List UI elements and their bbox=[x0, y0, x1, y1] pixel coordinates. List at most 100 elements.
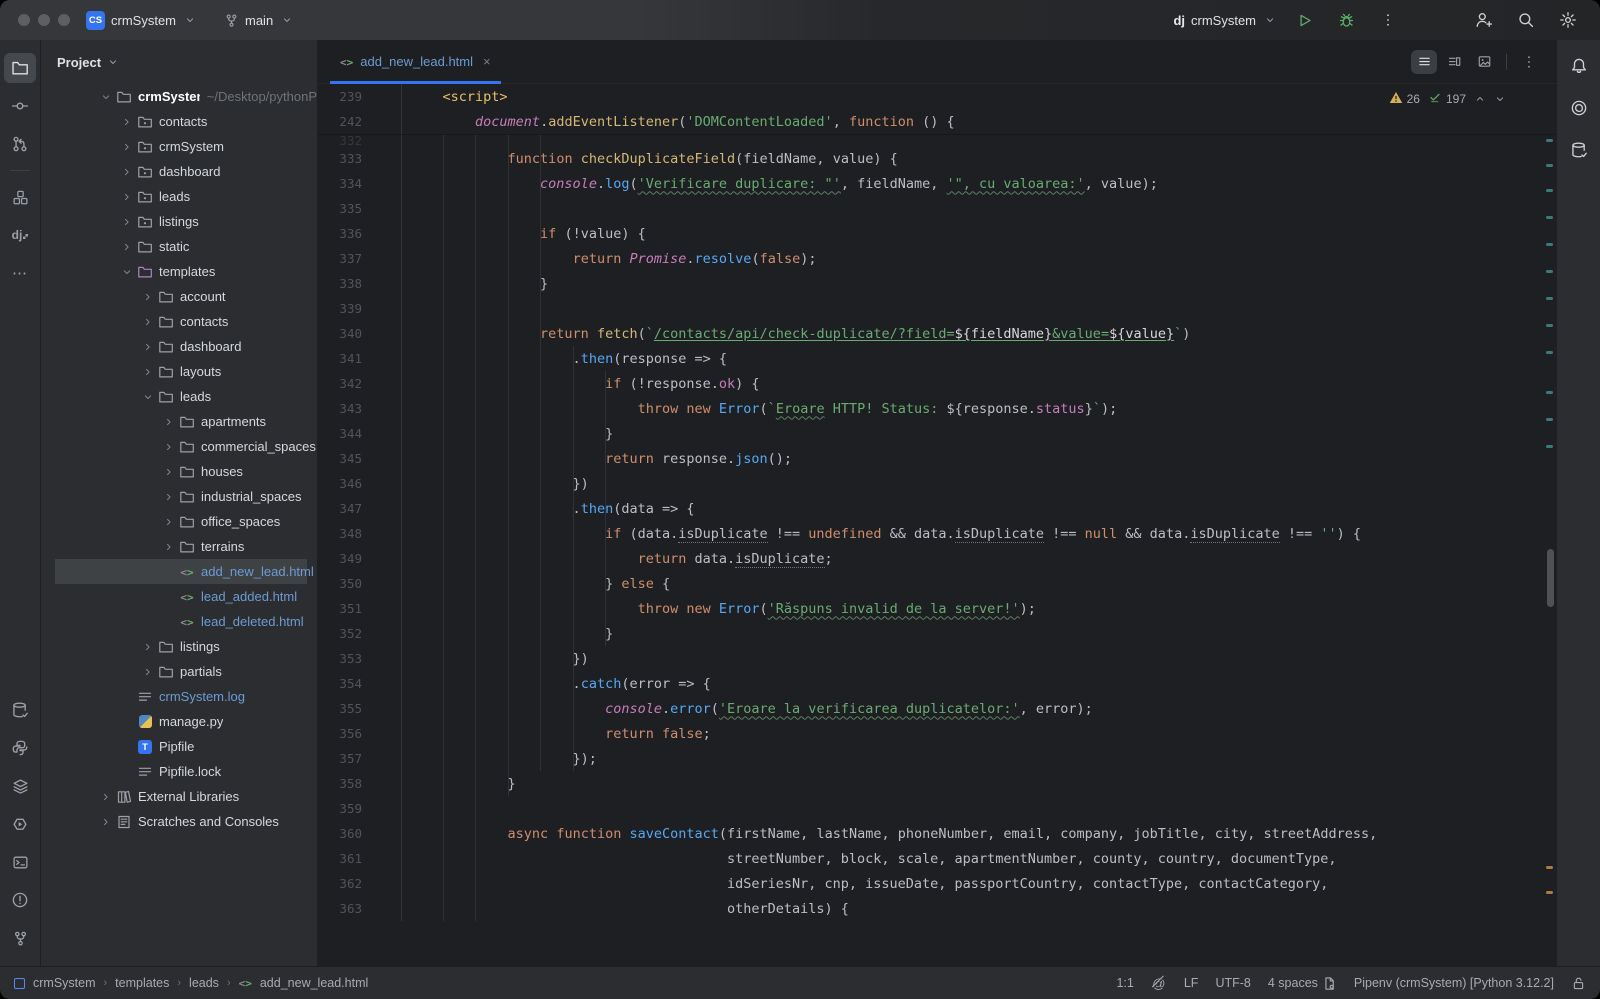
tool-django-structure-icon[interactable]: dj bbox=[4, 220, 36, 250]
tool-problems-icon[interactable] bbox=[4, 885, 36, 915]
code-line-361[interactable]: 361 streetNumber, block, scale, apartmen… bbox=[318, 846, 1556, 871]
chevron-right-icon[interactable] bbox=[118, 241, 136, 253]
tool-ai-assistant-icon[interactable] bbox=[1565, 94, 1593, 122]
ai-assistant-disabled-icon[interactable]: @ bbox=[1151, 975, 1167, 991]
chevron-right-icon[interactable] bbox=[160, 416, 178, 428]
tree-item-add-new-lead-html[interactable]: <>add_new_lead.html bbox=[41, 559, 317, 584]
code-line-354[interactable]: 354 .catch(error => { bbox=[318, 671, 1556, 696]
code-line-358[interactable]: 358 } bbox=[318, 771, 1556, 796]
tree-item-leads[interactable]: leads bbox=[41, 184, 317, 209]
stripe-mark[interactable] bbox=[1546, 351, 1553, 354]
more-button[interactable] bbox=[1516, 50, 1542, 74]
chevron-down-icon[interactable] bbox=[118, 266, 136, 278]
stripe-mark[interactable] bbox=[1546, 445, 1553, 448]
tool-commit-icon[interactable] bbox=[4, 91, 36, 121]
tree-item-lead-deleted-html[interactable]: <>lead_deleted.html bbox=[41, 609, 317, 634]
split-view-button[interactable] bbox=[1441, 50, 1467, 74]
tree-item-scratches-and-consoles[interactable]: Scratches and Consoles bbox=[41, 809, 317, 834]
code-line-346[interactable]: 346 }) bbox=[318, 471, 1556, 496]
code-line-362[interactable]: 362 idSeriesNr, cnp, issueDate, passport… bbox=[318, 871, 1556, 896]
code-editor[interactable]: 26 197 239 <script>242 document.addEvent… bbox=[318, 84, 1556, 966]
stripe-mark[interactable] bbox=[1546, 243, 1553, 246]
editor-view-button[interactable] bbox=[1411, 50, 1437, 74]
debug-button[interactable] bbox=[1332, 6, 1360, 34]
tool-notifications-icon[interactable] bbox=[1565, 52, 1593, 80]
tool-python-packages-icon[interactable] bbox=[4, 733, 36, 763]
tool-structure-icon[interactable] bbox=[4, 182, 36, 212]
stripe-warning-mark[interactable] bbox=[1546, 866, 1553, 869]
tool-pull-requests-icon[interactable] bbox=[4, 129, 36, 159]
project-widget[interactable]: CS crmSystem bbox=[86, 11, 196, 30]
code-line-351[interactable]: 351 throw new Error('Răspuns invalid de … bbox=[318, 596, 1556, 621]
code-line-345[interactable]: 345 return response.json(); bbox=[318, 446, 1556, 471]
code-line-348[interactable]: 348 if (data.isDuplicate !== undefined &… bbox=[318, 521, 1556, 546]
code-line-239[interactable]: 239 <script> bbox=[318, 84, 1556, 109]
window-controls[interactable] bbox=[0, 14, 86, 26]
file-encoding[interactable]: UTF-8 bbox=[1215, 976, 1250, 990]
code-line-356[interactable]: 356 return false; bbox=[318, 721, 1556, 746]
code-line-342[interactable]: 342 if (!response.ok) { bbox=[318, 371, 1556, 396]
warnings-indicator[interactable]: 26 bbox=[1389, 91, 1420, 107]
tab-add-new-lead[interactable]: <> add_new_lead.html × bbox=[330, 40, 501, 83]
next-problem-button[interactable] bbox=[1494, 93, 1506, 105]
tree-item-houses[interactable]: houses bbox=[41, 459, 317, 484]
code-line-336[interactable]: 336 if (!value) { bbox=[318, 221, 1556, 246]
stripe-warning-mark[interactable] bbox=[1546, 891, 1553, 894]
tool-run-icon[interactable] bbox=[4, 809, 36, 839]
tree-item-leads[interactable]: leads bbox=[41, 384, 317, 409]
prev-problem-button[interactable] bbox=[1474, 93, 1486, 105]
code-line-355[interactable]: 355 console.error('Eroare la verificarea… bbox=[318, 696, 1556, 721]
code-line-347[interactable]: 347 .then(data => { bbox=[318, 496, 1556, 521]
run-configuration[interactable]: dj crmSystem bbox=[1173, 13, 1276, 28]
stripe-mark[interactable] bbox=[1546, 391, 1553, 394]
chevron-right-icon[interactable] bbox=[160, 541, 178, 553]
breadcrumb-item[interactable]: leads bbox=[189, 976, 219, 990]
tree-item-static[interactable]: static bbox=[41, 234, 317, 259]
caret-position[interactable]: 1:1 bbox=[1116, 976, 1133, 990]
chevron-right-icon[interactable] bbox=[97, 791, 115, 803]
tool-terminal-icon[interactable] bbox=[4, 847, 36, 877]
breadcrumb-item[interactable]: crmSystem bbox=[33, 976, 96, 990]
tool-more-icon[interactable]: ⋯ bbox=[4, 258, 36, 288]
tree-item-partials[interactable]: partials bbox=[41, 659, 317, 684]
indent-style[interactable]: 4 spaces bbox=[1268, 975, 1337, 990]
code-line-337[interactable]: 337 return Promise.resolve(false); bbox=[318, 246, 1556, 271]
unlocked-icon[interactable] bbox=[1571, 976, 1586, 991]
tool-database-icon[interactable] bbox=[4, 695, 36, 725]
tree-item-crmsystem[interactable]: crmSystem~/Desktop/pythonP bbox=[41, 84, 317, 109]
tree-item-lead-added-html[interactable]: <>lead_added.html bbox=[41, 584, 317, 609]
tree-item-contacts[interactable]: contacts bbox=[41, 109, 317, 134]
tool-project-icon[interactable] bbox=[4, 53, 36, 83]
stripe-mark[interactable] bbox=[1546, 189, 1553, 192]
code-line-333[interactable]: 333 function checkDuplicateField(fieldNa… bbox=[318, 146, 1556, 171]
settings-button[interactable] bbox=[1554, 6, 1582, 34]
tree-item-office-spaces[interactable]: office_spaces bbox=[41, 509, 317, 534]
branch-widget[interactable]: main bbox=[222, 13, 293, 28]
chevron-right-icon[interactable] bbox=[160, 441, 178, 453]
python-interpreter[interactable]: Pipenv (crmSystem) [Python 3.12.2] bbox=[1354, 976, 1554, 990]
code-line-357[interactable]: 357 }); bbox=[318, 746, 1556, 771]
tree-item-account[interactable]: account bbox=[41, 284, 317, 309]
tree-item-layouts[interactable]: layouts bbox=[41, 359, 317, 384]
tool-services-icon[interactable] bbox=[4, 771, 36, 801]
tree-item-listings[interactable]: listings bbox=[41, 209, 317, 234]
chevron-right-icon[interactable] bbox=[139, 666, 157, 678]
stripe-mark[interactable] bbox=[1546, 297, 1553, 300]
close-tab-icon[interactable]: × bbox=[483, 54, 491, 69]
chevron-right-icon[interactable] bbox=[160, 466, 178, 478]
scrollbar-thumb[interactable] bbox=[1547, 549, 1554, 607]
run-button[interactable] bbox=[1290, 6, 1318, 34]
stripe-mark[interactable] bbox=[1546, 164, 1553, 167]
code-line-359[interactable]: 359 bbox=[318, 796, 1556, 821]
chevron-right-icon[interactable] bbox=[139, 341, 157, 353]
tool-version-control-icon[interactable] bbox=[4, 923, 36, 953]
breadcrumb-item[interactable]: templates bbox=[115, 976, 169, 990]
tree-item-dashboard[interactable]: dashboard bbox=[41, 334, 317, 359]
chevron-down-icon[interactable] bbox=[97, 91, 115, 103]
chevron-down-icon[interactable] bbox=[139, 391, 157, 403]
code-line-340[interactable]: 340 return fetch(`/contacts/api/check-du… bbox=[318, 321, 1556, 346]
chevron-right-icon[interactable] bbox=[118, 166, 136, 178]
code-line-360[interactable]: 360 async function saveContact(firstName… bbox=[318, 821, 1556, 846]
close-window-icon[interactable] bbox=[18, 14, 30, 26]
stripe-mark[interactable] bbox=[1546, 324, 1553, 327]
